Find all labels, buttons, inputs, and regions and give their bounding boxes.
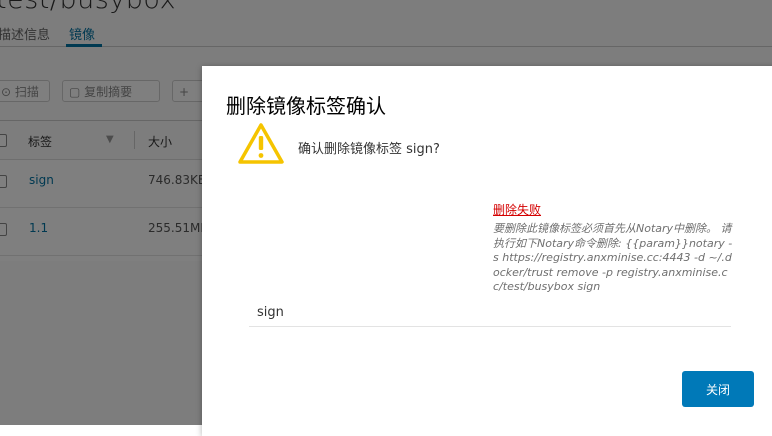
failure-message: 要删除此镜像标签必须首先从Notary中删除。 请执行如下Notary命令删除:…: [493, 222, 733, 293]
delete-tag-dialog: 删除镜像标签确认 确认删除镜像标签 sign? sign 删除失败 要删除此镜像…: [202, 66, 772, 436]
close-button[interactable]: 关闭: [682, 371, 754, 407]
dialog-title: 删除镜像标签确认: [226, 94, 386, 118]
result-tag-name: sign: [257, 305, 284, 320]
delete-result-row: sign 删除失败 要删除此镜像标签必须首先从Notary中删除。 请执行如下N…: [249, 194, 733, 327]
delete-failed-status: 删除失败: [493, 203, 542, 217]
warning-icon: [238, 123, 284, 164]
result-detail: 删除失败 要删除此镜像标签必须首先从Notary中删除。 请执行如下Notary…: [493, 202, 733, 295]
confirm-message: 确认删除镜像标签 sign?: [298, 142, 440, 157]
